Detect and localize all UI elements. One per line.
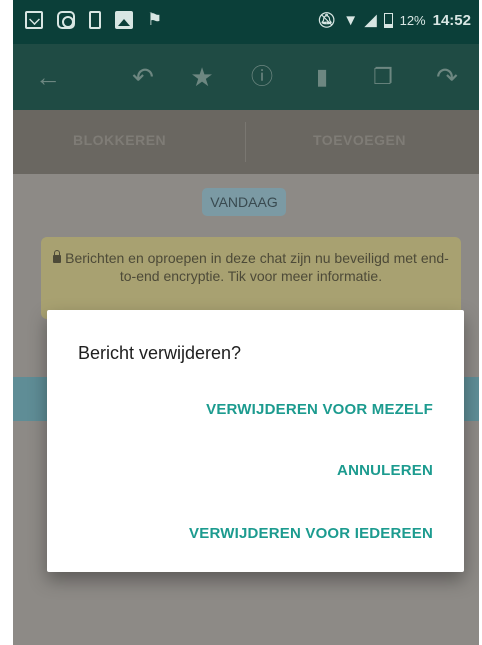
delete-message-dialog: Bericht verwijderen? VERWIJDEREN VOOR ME… [47, 310, 464, 572]
copy-icon[interactable]: ❐ [366, 64, 400, 90]
date-chip: VANDAAG [202, 188, 286, 216]
cancel-button[interactable]: ANNULEREN [337, 462, 433, 479]
encryption-notice[interactable]: Berichten en oproepen in deze chat zijn … [41, 237, 461, 319]
delete-icon[interactable]: ▮ [305, 64, 339, 90]
wifi-icon: ▼ [343, 11, 359, 29]
divider [245, 122, 246, 162]
forward-icon[interactable]: ↷ [430, 64, 464, 90]
battery-percentage: 12% [399, 13, 426, 28]
info-icon[interactable]: ⓘ [245, 64, 279, 90]
gallery-icon [115, 11, 133, 29]
notification-icons: ⚑ [25, 11, 165, 29]
status-bar: ⚑ 🔕︎ ▼ ◢ 12% 14:52 [13, 0, 479, 44]
phone-icon [89, 11, 101, 29]
encryption-notice-text: Berichten en oproepen in deze chat zijn … [65, 250, 449, 284]
lock-icon [53, 250, 62, 263]
phone-screen: ⚑ 🔕︎ ▼ ◢ 12% 14:52 ← ↶ ★ ⓘ ▮ ❐ ↷ BLOKKER… [13, 0, 479, 645]
reply-icon[interactable]: ↶ [126, 64, 160, 90]
battery-icon [383, 13, 393, 28]
signal-icon: ◢ [365, 11, 377, 29]
selection-toolbar: ← ↶ ★ ⓘ ▮ ❐ ↷ [13, 44, 479, 110]
block-button[interactable]: BLOKKEREN [73, 132, 166, 148]
back-arrow-icon[interactable]: ← [31, 64, 65, 90]
dialog-title: Bericht verwijderen? [78, 343, 242, 363]
mute-icon: 🔕︎ [317, 11, 337, 29]
system-icons: 🔕︎ ▼ ◢ 12% 14:52 [317, 12, 471, 29]
add-contact-button[interactable]: TOEVOEGEN [313, 132, 406, 148]
delete-for-everyone-button[interactable]: VERWIJDEREN VOOR IEDEREEN [189, 525, 433, 542]
unknown-contact-bar: BLOKKEREN TOEVOEGEN [13, 110, 479, 174]
mail-icon [25, 11, 43, 29]
clock: 14:52 [432, 12, 471, 29]
flag-icon: ⚑ [147, 10, 163, 29]
delete-for-me-button[interactable]: VERWIJDEREN VOOR MEZELF [206, 401, 433, 418]
star-icon[interactable]: ★ [185, 64, 219, 90]
instagram-icon [57, 11, 75, 29]
